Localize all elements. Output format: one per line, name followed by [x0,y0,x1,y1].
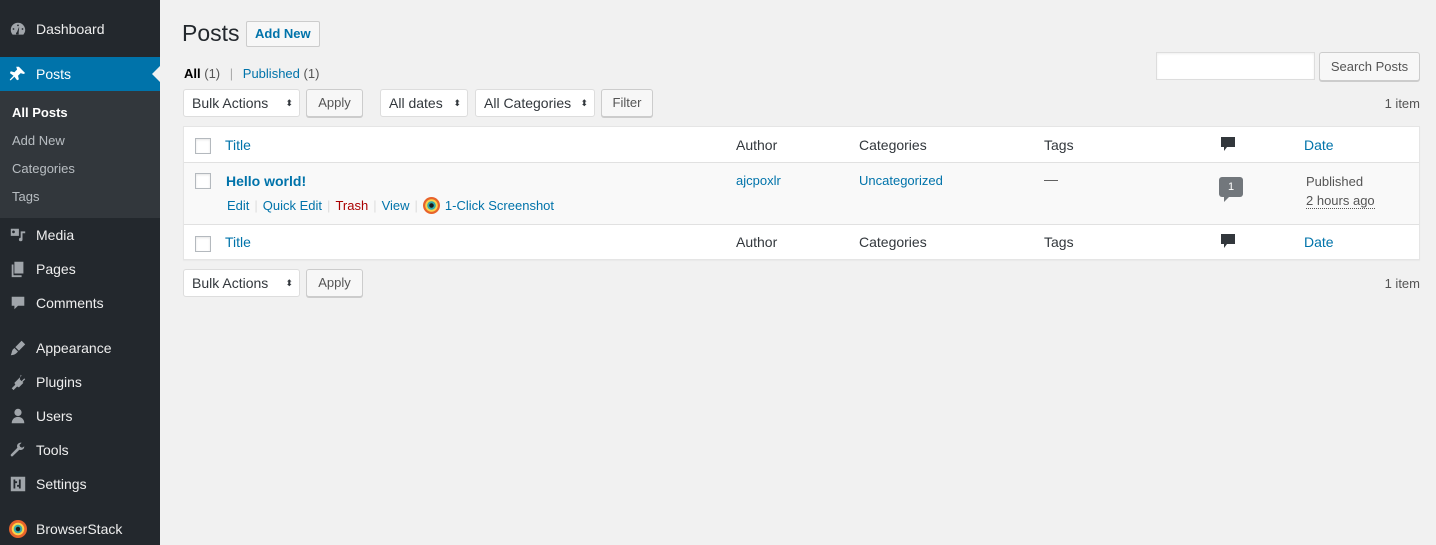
table-footer-row: Title Author Categories Tags Date [184,224,1419,260]
select-all-checkbox[interactable] [195,138,211,154]
date-cell: Published 2 hours ago [1306,172,1375,210]
bulk-actions-select-bottom[interactable]: Bulk Actions ⬍ [183,269,300,297]
pin-icon [0,65,36,83]
table-header-row: Title Author Categories Tags Date [184,127,1419,163]
select-arrows-icon: ⬍ [285,278,293,288]
menu-label: Pages [36,261,76,277]
menu-label: Media [36,227,75,243]
menu-item-plugins[interactable]: Plugins [0,365,160,399]
view-link[interactable]: View [382,198,410,213]
filter-button[interactable]: Filter [601,89,653,117]
browserstack-logo-icon [422,197,440,214]
comment-icon [1221,234,1235,252]
select-arrows-icon: ⬍ [285,98,293,108]
category-link[interactable]: Uncategorized [859,173,943,188]
select-value: Bulk Actions [192,95,269,111]
items-count-bottom: 1 item [1384,276,1420,291]
dates-select[interactable]: All dates ⬍ [380,89,468,117]
submenu-categories[interactable]: Categories [12,161,75,176]
wrench-icon [0,441,36,459]
filter-published-link[interactable]: Published (1) [243,66,320,81]
menu-label: Appearance [36,340,112,356]
author-link[interactable]: ajcpoxlr [736,173,781,188]
apply-button-bottom[interactable]: Apply [306,269,363,297]
column-author: Author [736,137,778,153]
user-icon [0,407,36,425]
menu-item-users[interactable]: Users [0,399,160,433]
submenu-all-posts[interactable]: All Posts [12,105,68,120]
column-categories: Categories [859,137,927,153]
menu-label: Settings [36,476,87,492]
posts-submenu: All Posts Add New Categories Tags [0,91,160,218]
menu-item-appearance[interactable]: Appearance [0,331,160,365]
submenu-tags[interactable]: Tags [12,189,39,204]
submenu-add-new[interactable]: Add New [12,133,65,148]
search-input[interactable] [1156,52,1315,80]
column-tags: Tags [1044,137,1074,153]
search-posts-button[interactable]: Search Posts [1319,52,1420,81]
menu-item-browserstack[interactable]: BrowserStack [0,512,160,545]
menu-item-comments[interactable]: Comments [0,286,160,320]
select-arrows-icon: ⬍ [580,98,588,108]
menu-item-settings[interactable]: Settings [0,467,160,501]
post-title-link[interactable]: Hello world! [226,173,306,189]
menu-item-posts[interactable]: Posts [0,57,160,91]
tags-value: — [1044,171,1058,187]
posts-table: Title Author Categories Tags Date Hello … [183,126,1420,260]
select-value: Bulk Actions [192,275,269,291]
row-actions: Edit | Quick Edit | Trash | View | 1-Click S… [227,197,555,214]
apply-button-top[interactable]: Apply [306,89,363,117]
column-author-bottom: Author [736,234,778,250]
one-click-screenshot-link[interactable]: 1-Click Screenshot [445,198,554,213]
filter-all-link[interactable]: All (1) [184,66,220,81]
menu-label: Dashboard [36,21,105,37]
categories-select[interactable]: All Categories ⬍ [475,89,595,117]
menu-label: Tools [36,442,69,458]
column-title-sort[interactable]: Title [225,137,251,153]
page-title: Posts [182,20,240,46]
menu-label: Users [36,408,73,424]
menu-item-tools[interactable]: Tools [0,433,160,467]
select-all-checkbox-bottom[interactable] [195,236,211,252]
select-arrows-icon: ⬍ [453,98,461,108]
column-title-sort-bottom[interactable]: Title [225,234,251,250]
items-count-top: 1 item [1384,96,1420,111]
quick-edit-link[interactable]: Quick Edit [263,198,322,213]
bulk-actions-select-top[interactable]: Bulk Actions ⬍ [183,89,300,117]
post-status-filter: All (1) | Published (1) [184,66,319,81]
table-row: Hello world! Edit | Quick Edit | Trash | Vi… [184,163,1419,224]
column-tags-bottom: Tags [1044,234,1074,250]
media-icon [0,226,36,244]
plug-icon [0,373,36,391]
comment-icon [1221,137,1235,155]
menu-label: Plugins [36,374,82,390]
date-relative: 2 hours ago [1306,193,1375,209]
settings-icon [0,475,36,493]
dashboard-icon [0,20,36,38]
menu-item-dashboard[interactable]: Dashboard [0,12,160,46]
admin-sidebar: Dashboard Posts All Posts Add New Catego… [0,0,160,545]
browserstack-logo-icon [0,520,36,538]
trash-link[interactable]: Trash [335,198,368,213]
select-value: All dates [389,95,443,111]
filter-separator: | [229,66,234,81]
column-date-sort[interactable]: Date [1304,137,1334,153]
edit-link[interactable]: Edit [227,198,249,213]
date-status: Published [1306,174,1364,189]
menu-item-media[interactable]: Media [0,218,160,252]
menu-label: Comments [36,295,104,311]
menu-label: Posts [36,66,72,82]
menu-item-pages[interactable]: Pages [0,252,160,286]
comment-icon [0,294,36,312]
menu-label: BrowserStack [36,521,123,537]
column-categories-bottom: Categories [859,234,927,250]
comment-count-bubble[interactable]: 1 [1219,177,1243,202]
row-checkbox[interactable] [195,173,211,189]
select-value: All Categories [484,95,572,111]
brush-icon [0,339,36,357]
pages-icon [0,260,36,278]
column-date-sort-bottom[interactable]: Date [1304,234,1334,250]
add-new-button[interactable]: Add New [246,21,320,47]
